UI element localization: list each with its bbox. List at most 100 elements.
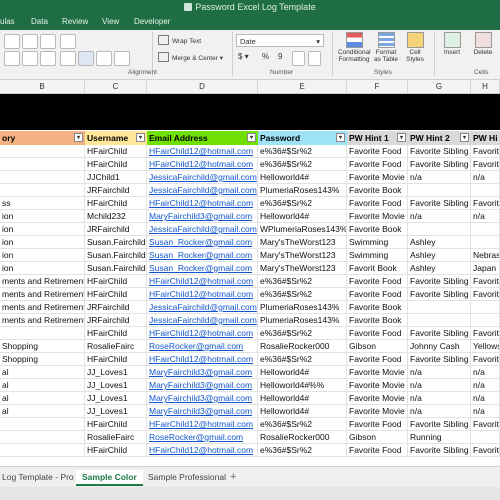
cell-email[interactable]: Susan_Rocker@gmail.com	[147, 236, 258, 248]
tab-data[interactable]: Data	[31, 14, 48, 30]
cell-email[interactable]: Susan_Rocker@gmail.com	[147, 249, 258, 261]
cell-category[interactable]	[0, 158, 85, 170]
cell-pw-hint-1[interactable]: Favorite Food	[347, 197, 408, 209]
cell-pw-hint-3[interactable]: Japan	[471, 262, 500, 274]
cell-password[interactable]: e%36#$Sr%2	[258, 158, 347, 170]
cell-password[interactable]: e%36#$Sr%2	[258, 444, 347, 456]
cell-category[interactable]: ss	[0, 197, 85, 209]
cell-pw-hint-2[interactable]: n/a	[408, 210, 471, 222]
cell-password[interactable]: Helloworld4#	[258, 405, 347, 417]
cell-pw-hint-1[interactable]: Gibson	[347, 431, 408, 443]
cell-email[interactable]: MaryFairchild3@gmail.com	[147, 210, 258, 222]
delete-cells-button[interactable]: Delete	[470, 32, 496, 56]
cell-email[interactable]: JessicaFairchild@gmail.com	[147, 314, 258, 326]
cell-pw-hint-3[interactable]: n/a	[471, 392, 500, 404]
column-header-g[interactable]: G	[408, 80, 471, 93]
number-format-select[interactable]: Date ▾	[236, 34, 324, 47]
cell-pw-hint-3[interactable]: n/a	[471, 405, 500, 417]
cell-pw-hint-1[interactable]: Swimming	[347, 236, 408, 248]
add-sheet-icon[interactable]: +	[230, 470, 236, 484]
conditional-formatting-button[interactable]: Conditional Formatting	[338, 32, 371, 63]
column-header-e[interactable]: E	[258, 80, 347, 93]
cell-category[interactable]: ion	[0, 262, 85, 274]
cell-pw-hint-1[interactable]: Swimming	[347, 249, 408, 261]
cell-category[interactable]	[0, 171, 85, 183]
tab-view[interactable]: View	[102, 14, 119, 30]
cell-category[interactable]	[0, 327, 85, 339]
orientation-button[interactable]	[60, 34, 76, 49]
cell-username[interactable]: Susan.Fairchild	[85, 262, 147, 274]
cell-pw-hint-2[interactable]: Favorite Sibling	[408, 444, 471, 456]
cell-email[interactable]: HFairChild12@hotmail.com	[147, 197, 258, 209]
cell-password[interactable]: Helloworld4#	[258, 392, 347, 404]
cell-password[interactable]: e%36#$Sr%2	[258, 327, 347, 339]
cell-category[interactable]: ments and Retirement	[0, 314, 85, 326]
cell-username[interactable]: JRFairchild	[85, 184, 147, 196]
cell-pw-hint-1[interactable]: Favorite Book	[347, 223, 408, 235]
cell-email[interactable]: JessicaFairchild@gmail.com	[147, 223, 258, 235]
filter-dropdown-icon[interactable]: ▾	[247, 133, 256, 142]
cell-pw-hint-1[interactable]: Favorite Book	[347, 301, 408, 313]
cell-username[interactable]: JJ_Loves1	[85, 366, 147, 378]
align-center-button[interactable]	[22, 51, 38, 66]
cell-username[interactable]: Mchild232	[85, 210, 147, 222]
tab-developer[interactable]: Developer	[134, 14, 170, 30]
percent-button[interactable]: %	[262, 52, 269, 61]
cell-styles-button[interactable]: Cell Styles	[403, 32, 427, 63]
cell-category[interactable]	[0, 184, 85, 196]
cell-email[interactable]: MaryFairchild3@gmail.com	[147, 392, 258, 404]
cell-email[interactable]: MaryFairchild3@gmail.com	[147, 405, 258, 417]
cell-pw-hint-1[interactable]: Favorite Movie	[347, 405, 408, 417]
cell-category[interactable]	[0, 418, 85, 430]
cell-pw-hint-2[interactable]: Favorite Sibling	[408, 158, 471, 170]
cell-pw-hint-3[interactable]: n/a	[471, 379, 500, 391]
align-bottom-button[interactable]	[40, 34, 56, 49]
cell-password[interactable]: e%36#$Sr%2	[258, 145, 347, 157]
cell-password[interactable]: PlumeriaRoses143%	[258, 184, 347, 196]
cell-email[interactable]: MaryFairchild3@gmail.com	[147, 366, 258, 378]
cell-category[interactable]	[0, 431, 85, 443]
cell-pw-hint-2[interactable]	[408, 301, 471, 313]
cell-pw-hint-3[interactable]: Favorit	[471, 327, 500, 339]
column-header-d[interactable]: D	[147, 80, 258, 93]
justify-button[interactable]	[114, 51, 130, 66]
comma-style-button[interactable]: 9	[278, 52, 282, 61]
cell-pw-hint-2[interactable]: Favorite Sibling	[408, 145, 471, 157]
cell-username[interactable]: JJ_Loves1	[85, 392, 147, 404]
cell-pw-hint-3[interactable]: n/a	[471, 366, 500, 378]
cell-category[interactable]: al	[0, 379, 85, 391]
cell-pw-hint-3[interactable]: Favorit	[471, 145, 500, 157]
cell-pw-hint-2[interactable]: Ashley	[408, 262, 471, 274]
cell-pw-hint-1[interactable]: Favorite Movie	[347, 392, 408, 404]
cell-pw-hint-1[interactable]: Favorite Movie	[347, 171, 408, 183]
cell-pw-hint-1[interactable]: Favorite Book	[347, 184, 408, 196]
sheet-tab-log-template-pro[interactable]: Log Template - Pro	[2, 470, 74, 484]
cell-email[interactable]: Susan_Rocker@gmail.com	[147, 262, 258, 274]
cell-email[interactable]: HFairChild12@hotmail.com	[147, 418, 258, 430]
column-header-h[interactable]: H	[471, 80, 500, 93]
cell-pw-hint-3[interactable]	[471, 301, 500, 313]
cell-pw-hint-2[interactable]: Favorite Sibling	[408, 275, 471, 287]
cell-category[interactable]: ion	[0, 223, 85, 235]
cell-pw-hint-2[interactable]: Running	[408, 431, 471, 443]
cell-pw-hint-2[interactable]: Ashley	[408, 236, 471, 248]
cell-password[interactable]: Mary'sTheWorst123	[258, 249, 347, 261]
cell-password[interactable]: e%36#$Sr%2	[258, 275, 347, 287]
cell-email[interactable]: RoseRocker@gmail.com	[147, 431, 258, 443]
cell-username[interactable]: HFairChild	[85, 275, 147, 287]
cell-category[interactable]: ments and Retirement	[0, 301, 85, 313]
cell-pw-hint-3[interactable]: Favorit	[471, 353, 500, 365]
column-header-b[interactable]: B	[0, 80, 85, 93]
filter-dropdown-icon[interactable]: ▾	[397, 133, 406, 142]
cell-email[interactable]: MaryFairchild3@gmail.com	[147, 379, 258, 391]
cell-pw-hint-1[interactable]: Favorite Movie	[347, 210, 408, 222]
cell-category[interactable]: al	[0, 392, 85, 404]
cell-email[interactable]: HFairChild12@hotmail.com	[147, 275, 258, 287]
cell-category[interactable]: al	[0, 366, 85, 378]
cell-pw-hint-3[interactable]	[471, 236, 500, 248]
cell-pw-hint-1[interactable]: Favorit Book	[347, 262, 408, 274]
cell-pw-hint-1[interactable]: Gibson	[347, 340, 408, 352]
cell-category[interactable]: Shopping	[0, 353, 85, 365]
cell-email[interactable]: HFairChild12@hotmail.com	[147, 353, 258, 365]
cell-pw-hint-3[interactable]: Favorit	[471, 275, 500, 287]
